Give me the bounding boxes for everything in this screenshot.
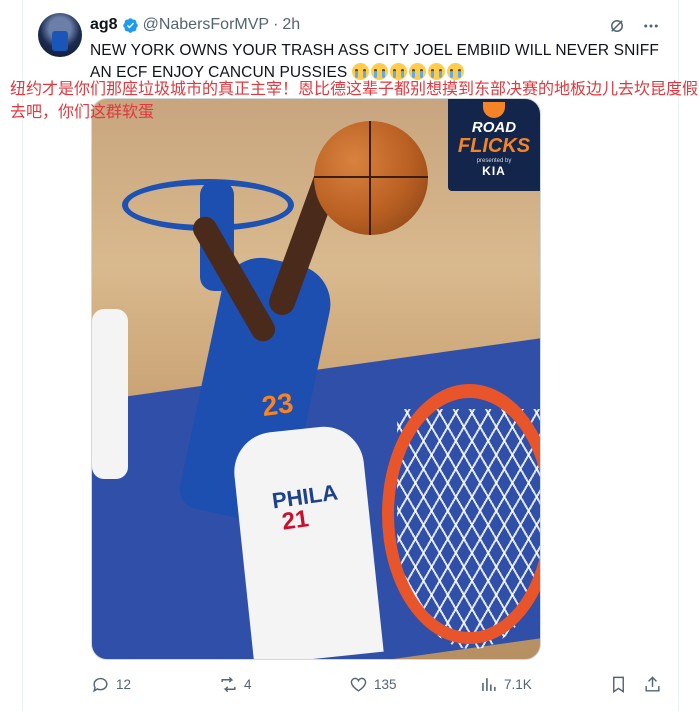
- timestamp[interactable]: 2h: [282, 16, 300, 34]
- like-count: 135: [374, 677, 397, 692]
- basketball: [314, 121, 428, 235]
- display-name[interactable]: ag8: [90, 16, 118, 34]
- knicks-jersey-number: 23: [259, 386, 296, 423]
- tweet-header: ag8 @NabersForMVP · 2h: [90, 14, 300, 36]
- views-count: 7.1K: [504, 677, 532, 692]
- repost-count: 4: [244, 677, 252, 692]
- share-icon: [645, 676, 660, 692]
- reply-button[interactable]: 12: [91, 675, 131, 694]
- tweet-action-bar: 12 4 135 7.1K: [91, 675, 663, 697]
- sixers-player: [230, 422, 384, 659]
- reply-icon: [93, 677, 108, 693]
- tweet-photo[interactable]: 23 PHILA 21 ROAD FLICKS presented by KIA: [91, 98, 541, 660]
- like-button[interactable]: 135: [349, 675, 397, 694]
- verified-badge-icon: [122, 17, 138, 33]
- tweet-top-actions: [607, 16, 661, 36]
- views-chart-icon: [482, 678, 496, 691]
- avatar-jersey: [52, 31, 68, 51]
- heart-icon: [350, 677, 367, 692]
- share-button[interactable]: [643, 675, 662, 694]
- bookmark-icon: [613, 676, 624, 693]
- badge-flicks: FLICKS: [457, 135, 531, 157]
- handle[interactable]: @NabersForMVP: [143, 16, 270, 34]
- grok-icon[interactable]: [607, 16, 627, 36]
- bookmark-button[interactable]: [609, 675, 628, 694]
- views-button[interactable]: 7.1K: [479, 675, 532, 694]
- translation-overlay: 纽约才是你们那座垃圾城市的真正主宰！恩比德这辈子都别想摸到东部决赛的地板边儿去坎…: [10, 81, 699, 121]
- more-options-icon[interactable]: [641, 16, 661, 36]
- reply-count: 12: [116, 677, 132, 692]
- sixers-jersey-number: 21: [280, 505, 311, 536]
- separator-dot: ·: [273, 16, 279, 33]
- repost-icon: [221, 676, 236, 693]
- avatar[interactable]: [38, 13, 82, 57]
- kia-logo: KIA: [482, 164, 506, 178]
- repost-button[interactable]: 4: [219, 675, 252, 694]
- background-player: [92, 309, 128, 479]
